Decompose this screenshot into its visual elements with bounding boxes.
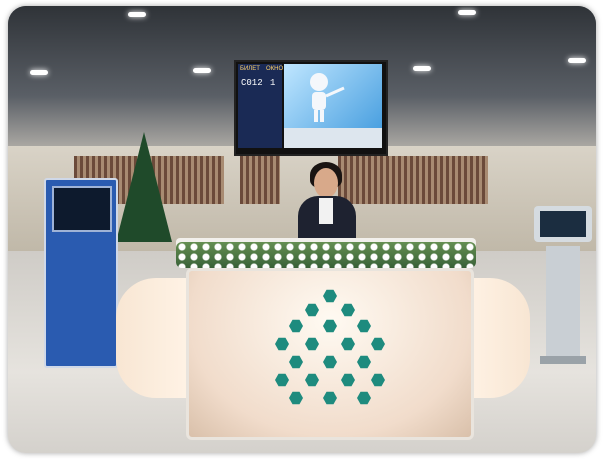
info-kiosk	[530, 206, 596, 366]
receptionist-face	[314, 168, 338, 198]
ticket-kiosk	[44, 178, 118, 368]
hexagon-logo	[275, 289, 385, 409]
window-number: 1	[270, 78, 276, 88]
christmas-tree	[116, 132, 172, 242]
reception-desk	[116, 238, 530, 440]
kiosk-screen	[52, 186, 112, 232]
receptionist-shirt	[319, 198, 333, 224]
window-blinds	[338, 156, 488, 204]
ceiling-light	[458, 10, 476, 15]
display-footer	[284, 128, 382, 148]
desk-left-wing	[116, 278, 192, 398]
ceiling-light	[30, 70, 48, 75]
ceiling-light	[413, 66, 431, 71]
desk-front-panel	[186, 268, 474, 440]
ticket-header: БИЛЕТ	[240, 66, 260, 72]
queue-display: БИЛЕТ ОКНО C012 1	[234, 60, 388, 156]
ticket-number: C012	[241, 78, 263, 88]
robot-icon	[310, 73, 345, 122]
queue-panel: БИЛЕТ ОКНО C012 1	[238, 64, 284, 148]
ceiling-light	[193, 68, 211, 73]
window-blinds	[240, 156, 280, 204]
ceiling-light	[128, 12, 146, 17]
flower-garland	[176, 242, 476, 268]
robot-advert	[284, 64, 382, 128]
ceiling-light	[568, 58, 586, 63]
photo-frame: БИЛЕТ ОКНО C012 1	[8, 6, 596, 453]
window-header: ОКНО	[266, 66, 284, 72]
